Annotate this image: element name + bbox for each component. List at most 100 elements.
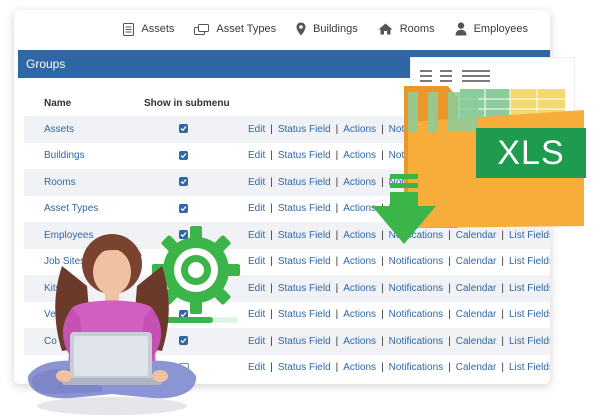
separator: | <box>501 256 504 268</box>
action-link-actions[interactable]: Actions <box>343 283 376 294</box>
action-link-notifications[interactable]: Notifications <box>389 362 443 373</box>
nav-assets[interactable]: Assets <box>123 22 174 36</box>
map-pin-icon <box>296 22 306 36</box>
check-icon <box>180 179 187 185</box>
action-link-list-fields[interactable]: List Fields <box>509 309 550 320</box>
action-link-status-field[interactable]: Status Field <box>278 283 331 294</box>
separator: | <box>335 335 339 347</box>
action-link-notifications[interactable]: Notifications <box>389 309 443 320</box>
action-link-status-field[interactable]: Status Field <box>278 362 331 373</box>
action-link-actions[interactable]: Actions <box>343 336 376 347</box>
action-link-status-field[interactable]: Status Field <box>278 124 331 135</box>
separator: | <box>448 335 451 347</box>
action-link-status-field[interactable]: Status Field <box>278 203 331 214</box>
action-link-edit[interactable]: Edit <box>248 336 265 347</box>
action-link-actions[interactable]: Actions <box>343 150 376 161</box>
group-name[interactable]: Asset Types <box>44 203 98 214</box>
nav-asset-types-label: Asset Types <box>216 23 277 35</box>
group-name[interactable]: Rooms <box>44 177 76 188</box>
column-header-name: Name <box>44 97 72 109</box>
row-actions: Edit | Status Field | Actions | Notifications |… <box>248 336 550 347</box>
group-name[interactable]: Buildings <box>44 150 85 161</box>
row-actions: Edit | Status Field | Actions | Notifications |… <box>248 256 550 267</box>
separator: | <box>335 282 339 294</box>
nav-employees[interactable]: Employees <box>455 22 528 36</box>
separator: | <box>448 362 451 374</box>
separator: | <box>335 229 339 241</box>
separator: | <box>270 123 273 135</box>
checkbox-checked[interactable] <box>179 177 188 186</box>
action-link-calendar[interactable]: Calendar <box>456 283 497 294</box>
separator: | <box>381 123 384 135</box>
action-link-status-field[interactable]: Status Field <box>278 309 331 320</box>
top-navigation: Assets Asset Types Buildings Rooms Emplo… <box>14 10 550 48</box>
checkbox-checked[interactable] <box>179 124 188 133</box>
separator: | <box>501 362 504 374</box>
row-actions: Edit | Status Field | Actions | Notifications |… <box>248 283 550 294</box>
action-link-list-fields[interactable]: List Fields <box>509 336 550 347</box>
separator: | <box>381 309 384 321</box>
action-link-calendar[interactable]: Calendar <box>456 362 497 373</box>
action-link-notifications[interactable]: Notifications <box>389 283 443 294</box>
separator: | <box>448 282 451 294</box>
separator: | <box>270 335 273 347</box>
action-link-actions[interactable]: Actions <box>343 124 376 135</box>
action-link-list-fields[interactable]: List Fields <box>509 362 550 373</box>
row-actions: Edit | Status Field | Actions | Notifications |… <box>248 362 550 373</box>
separator: | <box>335 150 339 162</box>
action-link-edit[interactable]: Edit <box>248 150 265 161</box>
separator: | <box>501 309 504 321</box>
action-link-calendar[interactable]: Calendar <box>456 336 497 347</box>
action-link-edit[interactable]: Edit <box>248 283 265 294</box>
action-link-edit[interactable]: Edit <box>248 230 265 241</box>
separator: | <box>381 335 384 347</box>
row-actions: Edit | Status Field | Actions | Notifications |… <box>248 309 550 320</box>
action-link-list-fields[interactable]: List Fields <box>509 283 550 294</box>
action-link-status-field[interactable]: Status Field <box>278 256 331 267</box>
action-link-status-field[interactable]: Status Field <box>278 177 331 188</box>
action-link-calendar[interactable]: Calendar <box>456 256 497 267</box>
separator: | <box>270 256 273 268</box>
action-link-status-field[interactable]: Status Field <box>278 336 331 347</box>
check-icon <box>180 205 187 211</box>
nav-rooms[interactable]: Rooms <box>378 23 435 35</box>
nav-buildings[interactable]: Buildings <box>296 22 358 36</box>
stage: Assets Asset Types Buildings Rooms Emplo… <box>0 0 610 420</box>
action-link-status-field[interactable]: Status Field <box>278 230 331 241</box>
separator: | <box>335 256 339 268</box>
separator: | <box>335 176 339 188</box>
action-link-notifications[interactable]: Notifications <box>389 336 443 347</box>
action-link-edit[interactable]: Edit <box>248 177 265 188</box>
download-arrow-icon <box>372 174 436 244</box>
action-link-edit[interactable]: Edit <box>248 203 265 214</box>
action-link-list-fields[interactable]: List Fields <box>509 256 550 267</box>
nav-employees-label: Employees <box>473 23 528 35</box>
separator: | <box>335 309 339 321</box>
separator: | <box>270 203 273 215</box>
action-link-edit[interactable]: Edit <box>248 124 265 135</box>
separator: | <box>335 123 339 135</box>
separator: | <box>501 335 504 347</box>
house-icon <box>378 23 393 35</box>
checkbox-checked[interactable] <box>179 150 188 160</box>
separator: | <box>448 309 451 321</box>
action-link-edit[interactable]: Edit <box>248 256 265 267</box>
nav-buildings-label: Buildings <box>313 23 358 35</box>
action-link-status-field[interactable]: Status Field <box>278 150 331 161</box>
nav-asset-types[interactable]: Asset Types <box>194 23 276 35</box>
action-link-notifications[interactable]: Notifications <box>389 256 443 267</box>
action-link-edit[interactable]: Edit <box>248 362 265 373</box>
check-icon <box>180 152 187 158</box>
person-with-laptop-illustration <box>27 234 197 415</box>
action-link-actions[interactable]: Actions <box>343 309 376 320</box>
xls-label: XLS <box>497 133 565 172</box>
groups-title: Groups <box>26 57 66 71</box>
action-link-edit[interactable]: Edit <box>248 309 265 320</box>
action-link-actions[interactable]: Actions <box>343 256 376 267</box>
separator: | <box>381 256 384 268</box>
checkbox-checked[interactable] <box>179 203 188 213</box>
group-name[interactable]: Assets <box>44 124 74 135</box>
action-link-actions[interactable]: Actions <box>343 362 376 373</box>
separator: | <box>335 203 339 215</box>
action-link-calendar[interactable]: Calendar <box>456 309 497 320</box>
